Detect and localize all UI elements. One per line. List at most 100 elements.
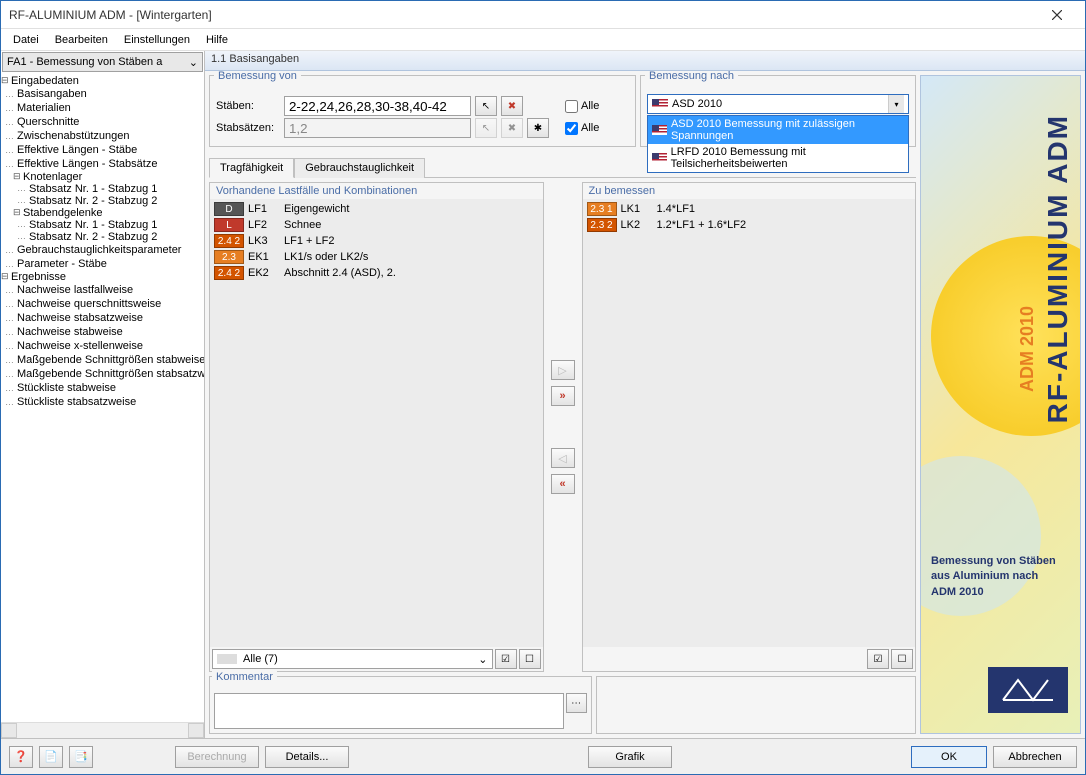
chevron-down-icon: ▾ xyxy=(888,95,904,113)
scroll-right-icon[interactable] xyxy=(188,723,204,738)
main-content: Bemessung von Stäben: ↖ ✖ Alle Stabsätze… xyxy=(205,71,1085,738)
check-alle-staeben[interactable]: Alle xyxy=(565,100,629,113)
uncheck-all-icon[interactable]: ☐ xyxy=(891,649,913,669)
kommentar-pick-icon[interactable]: ⋯ xyxy=(566,693,587,713)
move-left-button[interactable]: ◁ xyxy=(551,448,575,468)
tab-gebrauchstauglichkeit[interactable]: Gebrauchstauglichkeit xyxy=(294,158,425,178)
scroll-left-icon[interactable] xyxy=(1,723,17,738)
filter-color-icon xyxy=(217,654,237,664)
kommentar-textarea[interactable] xyxy=(214,693,564,729)
export-button[interactable]: 📑 xyxy=(69,746,93,768)
tree-item[interactable]: Effektive Längen - Stäbe xyxy=(3,143,202,157)
tree-item[interactable]: Nachweise stabweise xyxy=(3,325,202,339)
tree-item[interactable]: Basisangaben xyxy=(3,87,202,101)
tree-item[interactable]: Materialien xyxy=(3,101,202,115)
list-item[interactable]: 2.4 2EK2Abschnitt 2.4 (ASD), 2. xyxy=(212,265,541,281)
group-bemessung-von: Bemessung von Stäben: ↖ ✖ Alle Stabsätze… xyxy=(209,75,636,147)
list-item[interactable]: LLF2Schnee xyxy=(212,217,541,233)
list-item[interactable]: 2.3 2LK21.2*LF1 + 1.6*LF2 xyxy=(585,217,914,233)
tree-item[interactable]: Effektive Längen - Stabsätze xyxy=(3,157,202,171)
tree-item[interactable]: Nachweise stabsatzweise xyxy=(3,311,202,325)
menu-einstellungen[interactable]: Einstellungen xyxy=(116,32,198,48)
clear-icon[interactable]: ✖ xyxy=(501,96,523,116)
tree-item[interactable]: Stabsatz Nr. 2 - Stabzug 2 xyxy=(3,231,202,243)
list-footer: ☑ ☐ xyxy=(583,647,916,671)
tree-item[interactable]: Querschnitte xyxy=(3,115,202,129)
info-panel: RF-ALUMINIUM ADM ADM 2010 Bemessung von … xyxy=(920,75,1081,734)
group-title: Bemessung nach xyxy=(645,71,738,82)
menu-bearbeiten[interactable]: Bearbeiten xyxy=(47,32,116,48)
flag-us-icon xyxy=(652,125,667,135)
input-staeben[interactable] xyxy=(284,96,471,116)
move-all-right-button[interactable]: » xyxy=(551,386,575,406)
scroll-track[interactable] xyxy=(17,723,188,738)
list-item[interactable]: 2.3 1LK11.4*LF1 xyxy=(585,201,914,217)
move-right-button[interactable]: ▷ xyxy=(551,360,575,380)
app-window: RF-ALUMINIUM ADM - [Wintergarten] Datei … xyxy=(0,0,1086,775)
left-pane: Bemessung von Stäben: ↖ ✖ Alle Stabsätze… xyxy=(209,75,916,734)
list-item[interactable]: 2.4 2LK3LF1 + LF2 xyxy=(212,233,541,249)
product-description: Bemessung von Stäben aus Aluminium nach … xyxy=(931,554,1056,600)
group-title: Kommentar xyxy=(212,671,277,683)
berechnung-button[interactable]: Berechnung xyxy=(175,746,259,768)
check-all-icon[interactable]: ☑ xyxy=(867,649,889,669)
details-button[interactable]: Details... xyxy=(265,746,349,768)
tree-item[interactable]: Nachweise querschnittsweise xyxy=(3,297,202,311)
tree-item[interactable]: Stabsatz Nr. 1 - Stabzug 1 xyxy=(3,183,202,195)
check-all-icon[interactable]: ☑ xyxy=(495,649,517,669)
product-subtitle: ADM 2010 xyxy=(1017,306,1038,392)
group-kommentar: Kommentar ⋯ xyxy=(209,676,592,734)
new-icon[interactable]: ✱ xyxy=(527,118,549,138)
tab-tragfaehigkeit[interactable]: Tragfähigkeit xyxy=(209,158,294,178)
tree-item[interactable]: Stabsatz Nr. 1 - Stabzug 1 xyxy=(3,219,202,231)
group-empty xyxy=(596,676,916,734)
help-button[interactable]: ❓ xyxy=(9,746,33,768)
tree-item[interactable]: Stückliste stabsatzweise xyxy=(3,395,202,409)
nav-tree[interactable]: Eingabedaten Basisangaben Materialien Qu… xyxy=(1,73,204,722)
ok-button[interactable]: OK xyxy=(911,746,987,768)
case-combo[interactable]: FA1 - Bemessung von Stäben a ⌄ xyxy=(2,52,203,72)
sidebar-scrollbar[interactable] xyxy=(1,722,204,738)
body: FA1 - Bemessung von Stäben a ⌄ Eingabeda… xyxy=(1,51,1085,738)
move-all-left-button[interactable]: « xyxy=(551,474,575,494)
footer: ❓ 📄 📑 Berechnung Details... Grafik OK Ab… xyxy=(1,738,1085,774)
tree-item[interactable]: Stückliste stabweise xyxy=(3,381,202,395)
tree-branch-ergebnisse[interactable]: Ergebnisse xyxy=(3,271,202,283)
list-body[interactable]: 2.3 1LK11.4*LF1 2.3 2LK21.2*LF1 + 1.6*LF… xyxy=(583,199,916,647)
tree-item[interactable]: Gebrauchstauglichkeitsparameter xyxy=(3,243,202,257)
list-title: Vorhandene Lastfälle und Kombinationen xyxy=(210,183,543,199)
label-staeben: Stäben: xyxy=(216,100,280,112)
tree-branch-eingabedaten[interactable]: Eingabedaten xyxy=(3,75,202,87)
product-title: RF-ALUMINIUM ADM xyxy=(1042,114,1074,423)
list-item[interactable]: 2.3EK1LK1/s oder LK2/s xyxy=(212,249,541,265)
tree-item[interactable]: Nachweise lastfallweise xyxy=(3,283,202,297)
uncheck-all-icon[interactable]: ☐ xyxy=(519,649,541,669)
list-selected: Zu bemessen 2.3 1LK11.4*LF1 2.3 2LK21.2*… xyxy=(582,182,917,672)
chevron-down-icon: ⌄ xyxy=(478,653,487,666)
tree-branch-knotenlager[interactable]: Knotenlager xyxy=(15,171,202,183)
menu-datei[interactable]: Datei xyxy=(5,32,47,48)
abbrechen-button[interactable]: Abbrechen xyxy=(993,746,1077,768)
norm-option-lrfd[interactable]: LRFD 2010 Bemessung mit Teilsicherheitsb… xyxy=(648,144,908,172)
list-body[interactable]: DLF1Eigengewicht LLF2Schnee 2.4 2LK3LF1 … xyxy=(210,199,543,647)
tree-item[interactable]: Maßgebende Schnittgrößen stabsatzweise xyxy=(3,367,202,381)
tree-item[interactable]: Parameter - Stäbe xyxy=(3,257,202,271)
tree-branch-stabendgelenke[interactable]: Stabendgelenke xyxy=(15,207,202,219)
tree-item[interactable]: Zwischenabstützungen xyxy=(3,129,202,143)
norm-dropdown[interactable]: ASD 2010 ▾ ASD 2010 Bemessung mit zuläss… xyxy=(647,94,909,114)
tree-item[interactable]: Stabsatz Nr. 2 - Stabzug 2 xyxy=(3,195,202,207)
list-item[interactable]: DLF1Eigengewicht xyxy=(212,201,541,217)
unit-button[interactable]: 📄 xyxy=(39,746,63,768)
check-alle-stabsaetzen[interactable]: Alle xyxy=(565,122,629,135)
close-button[interactable] xyxy=(1037,1,1077,28)
menu-hilfe[interactable]: Hilfe xyxy=(198,32,236,48)
norm-option-asd[interactable]: ASD 2010 Bemessung mit zulässigen Spannu… xyxy=(648,116,908,144)
tree-item[interactable]: Nachweise x-stellenweise xyxy=(3,339,202,353)
tree-item[interactable]: Maßgebende Schnittgrößen stabweise xyxy=(3,353,202,367)
lists-row: Vorhandene Lastfälle und Kombinationen D… xyxy=(209,182,916,672)
grafik-button[interactable]: Grafik xyxy=(588,746,672,768)
filter-select[interactable]: Alle (7) ⌄ xyxy=(212,649,493,669)
pick-icon[interactable]: ↖ xyxy=(475,96,497,116)
transfer-buttons: ▷ » ◁ « xyxy=(548,182,578,672)
main: 1.1 Basisangaben Bemessung von Stäben: ↖… xyxy=(205,51,1085,738)
